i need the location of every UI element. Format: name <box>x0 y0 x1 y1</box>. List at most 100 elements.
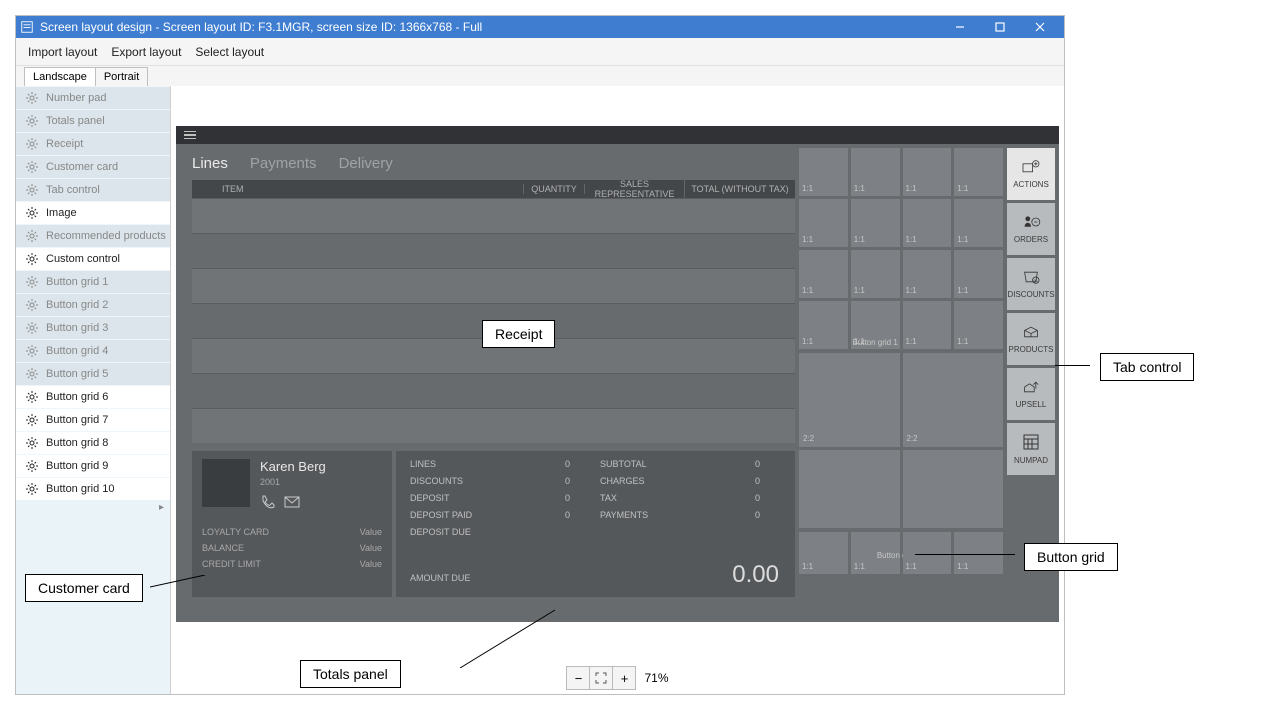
grid-cell[interactable]: 1:1 <box>903 532 952 574</box>
sidebar-item[interactable]: Button grid 4 <box>16 339 170 362</box>
app-icon <box>20 20 34 34</box>
svg-text:%: % <box>1034 279 1039 285</box>
receipt-row[interactable] <box>192 268 795 303</box>
sidebar-item[interactable]: Button grid 5 <box>16 362 170 385</box>
hamburger-icon[interactable] <box>184 131 196 140</box>
grid-cell[interactable]: 1:1 <box>903 199 952 247</box>
sidebar-item-label: Button grid 7 <box>46 414 108 426</box>
grid-cell[interactable]: 1:1 <box>954 148 1003 196</box>
button-grid-2x2[interactable]: 2:22:2 <box>799 353 1003 528</box>
grid-cell[interactable]: 1:1 <box>799 250 848 298</box>
sidebar-item[interactable]: Button grid 6 <box>16 385 170 408</box>
receipt-row[interactable] <box>192 233 795 268</box>
sidebar-item[interactable]: Button grid 8 <box>16 431 170 454</box>
email-icon[interactable] <box>284 494 300 513</box>
grid-cell[interactable]: 1:1 <box>799 301 848 349</box>
sidebar-item-label: Button grid 2 <box>46 299 108 311</box>
grid-cell[interactable]: 1:1Button grid 5 <box>851 532 900 574</box>
grid-cell[interactable]: 1:1 <box>799 148 848 196</box>
receipt-panel[interactable]: ITEM QUANTITY SALES REPRESENTATIVE TOTAL… <box>192 180 795 443</box>
sidebar-item[interactable]: Button grid 3 <box>16 316 170 339</box>
grid-cell[interactable]: 1:1 <box>954 199 1003 247</box>
receipt-header-item: ITEM <box>192 184 523 194</box>
minimize-button[interactable] <box>940 16 980 38</box>
button-grid-5[interactable]: 1:11:1Button grid 51:11:1 <box>799 532 1003 574</box>
sidebar-item[interactable]: Customer card <box>16 155 170 178</box>
sidebar-item[interactable]: Custom control <box>16 247 170 270</box>
sidebar-item[interactable]: Button grid 1 <box>16 270 170 293</box>
grid-cell[interactable]: 1:1 <box>851 199 900 247</box>
tab-control[interactable]: ACTIONSORDERS%DISCOUNTSPRODUCTSUPSELLNUM… <box>1007 148 1055 618</box>
receipt-row[interactable] <box>192 338 795 373</box>
grid-cell[interactable]: 1:1 <box>903 250 952 298</box>
grid-cell[interactable]: 1:1 <box>851 148 900 196</box>
grid-cell[interactable]: 2:2 <box>799 353 900 447</box>
zoom-fit-button[interactable] <box>589 666 613 690</box>
tab-landscape[interactable]: Landscape <box>24 67 96 86</box>
grid-cell[interactable]: 1:1 <box>954 532 1003 574</box>
tab-products[interactable]: PRODUCTS <box>1007 313 1055 365</box>
menu-import[interactable]: Import layout <box>28 45 97 59</box>
sidebar-item[interactable]: Receipt <box>16 132 170 155</box>
tab-actions[interactable]: ACTIONS <box>1007 148 1055 200</box>
grid-cell[interactable]: 2:2 <box>903 353 1004 447</box>
close-button[interactable] <box>1020 16 1060 38</box>
sidebar-item[interactable]: Button grid 2 <box>16 293 170 316</box>
grid-cell[interactable]: 1:1 <box>799 532 848 574</box>
receipt-row[interactable] <box>192 198 795 233</box>
grid-cell[interactable] <box>903 450 1004 528</box>
loyalty-label: LOYALTY CARD <box>202 527 269 537</box>
sidebar-item-label: Button grid 1 <box>46 276 108 288</box>
sidebar-item[interactable]: Button grid 10 <box>16 477 170 500</box>
callout-tab-control: Tab control <box>1100 353 1194 381</box>
pos-tab-lines[interactable]: Lines <box>192 155 228 172</box>
sidebar-item[interactable]: Button grid 9 <box>16 454 170 477</box>
sidebar-item[interactable]: Tab control <box>16 178 170 201</box>
menu-select[interactable]: Select layout <box>195 45 264 59</box>
receipt-row[interactable] <box>192 303 795 338</box>
grid-cell[interactable]: 1:1 <box>799 199 848 247</box>
grid-cell[interactable] <box>799 450 900 528</box>
app-window: Screen layout design - Screen layout ID:… <box>15 15 1065 695</box>
pos-surface[interactable]: Lines Payments Delivery ITEM QUANTITY SA… <box>176 126 1059 622</box>
pos-tab-delivery[interactable]: Delivery <box>339 155 393 172</box>
sidebar-item[interactable]: Recommended products <box>16 224 170 247</box>
grid-cell[interactable]: 1:1 <box>954 250 1003 298</box>
amount-due-label: AMOUNT DUE <box>410 573 470 583</box>
tab-upsell[interactable]: UPSELL <box>1007 368 1055 420</box>
menu-export[interactable]: Export layout <box>111 45 181 59</box>
sidebar-expand-icon[interactable]: ▸ <box>16 500 170 515</box>
phone-icon[interactable] <box>260 494 276 513</box>
gear-icon <box>26 437 38 449</box>
grid-cell[interactable]: 1:1Button grid 1 <box>851 301 900 349</box>
receipt-row[interactable] <box>192 408 795 443</box>
gear-icon <box>26 345 38 357</box>
grid-cell[interactable]: 1:1 <box>903 148 952 196</box>
receipt-row[interactable] <box>192 373 795 408</box>
gear-icon <box>26 391 38 403</box>
totals-panel[interactable]: LINES0DISCOUNTS0DEPOSIT0DEPOSIT PAID0DEP… <box>396 451 795 597</box>
tab-orders[interactable]: ORDERS <box>1007 203 1055 255</box>
sidebar-item[interactable]: Totals panel <box>16 109 170 132</box>
customer-card[interactable]: Karen Berg 2001 <box>192 451 392 597</box>
pos-tab-payments[interactable]: Payments <box>250 155 317 172</box>
grid-cell[interactable]: 1:1 <box>851 250 900 298</box>
tab-numpad[interactable]: NUMPAD <box>1007 423 1055 475</box>
pos-topbar <box>176 126 1059 144</box>
sidebar-item-label: Button grid 3 <box>46 322 108 334</box>
tab-portrait[interactable]: Portrait <box>95 67 148 86</box>
zoom-out-button[interactable]: − <box>566 666 590 690</box>
sidebar-item[interactable]: Number pad <box>16 86 170 109</box>
totals-label: DEPOSIT DUE <box>410 527 471 537</box>
grid-cell[interactable]: 1:1 <box>954 301 1003 349</box>
zoom-in-button[interactable]: + <box>612 666 636 690</box>
grid-cell[interactable]: 1:1 <box>903 301 952 349</box>
sidebar-item[interactable]: Button grid 7 <box>16 408 170 431</box>
tab-discounts[interactable]: %DISCOUNTS <box>1007 258 1055 310</box>
maximize-button[interactable] <box>980 16 1020 38</box>
button-grid-1[interactable]: 1:11:11:11:11:11:11:11:11:11:11:11:11:11… <box>799 148 1003 349</box>
totals-value: 0 <box>755 476 760 486</box>
zoom-bar: − + 71% <box>171 662 1064 694</box>
sidebar-item[interactable]: Image <box>16 201 170 224</box>
sidebar: Number padTotals panelReceiptCustomer ca… <box>16 86 171 694</box>
